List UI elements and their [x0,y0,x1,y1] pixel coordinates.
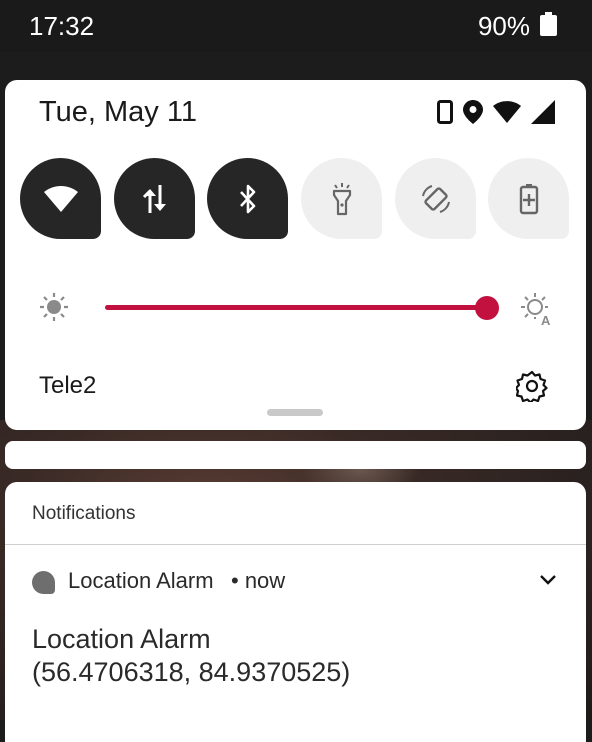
brightness-slider-thumb[interactable] [475,296,499,320]
battery-percent: 90% [477,11,530,41]
app-icon [32,571,55,594]
tile-battery-saver[interactable] [488,158,569,239]
brightness-auto-icon[interactable]: A [520,292,554,331]
divider [5,544,586,545]
qs-status-icons [437,100,555,129]
carrier-label: Tele2 [39,372,97,399]
brightness-low-icon [39,292,69,327]
tile-flashlight[interactable] [301,158,382,239]
rotate-icon [421,184,450,213]
notification-title: Location Alarm [32,624,211,654]
tile-auto-rotate[interactable] [395,158,476,239]
settings-button[interactable] [514,370,548,404]
battery-saver-icon [519,183,538,214]
qs-date[interactable]: Tue, May 11 [39,96,197,129]
phone-icon [437,100,453,129]
status-time: 17:32 [29,11,95,41]
data-arrows-icon [142,184,166,213]
wifi-icon [43,185,78,212]
tile-wifi[interactable] [20,158,101,239]
cell-signal-icon [531,100,555,129]
bluetooth-icon [239,184,255,213]
location-icon [463,100,483,129]
chevron-down-icon[interactable] [539,573,557,591]
gear-icon [514,370,548,404]
battery-icon [540,12,557,41]
flashlight-icon [332,182,351,215]
drag-handle[interactable] [267,409,323,416]
wifi-icon [493,101,521,128]
tile-mobile-data[interactable] [114,158,195,239]
notification-text: (56.4706318, 84.9370525) [32,657,351,687]
notification-card[interactable]: Notifications Location Alarm • now Locat… [5,482,586,742]
notification-time: • now [231,568,286,593]
notifications-header: Notifications [32,503,136,524]
svg-text:A: A [541,313,551,326]
tile-bluetooth[interactable] [207,158,288,239]
quick-settings-panel: Tue, May 11 A Tele2 [5,80,586,430]
notification-app-name: Location Alarm [68,568,214,593]
media-card-placeholder [5,441,586,469]
brightness-slider[interactable] [105,305,487,310]
status-bar: 17:32 90% [0,0,592,52]
